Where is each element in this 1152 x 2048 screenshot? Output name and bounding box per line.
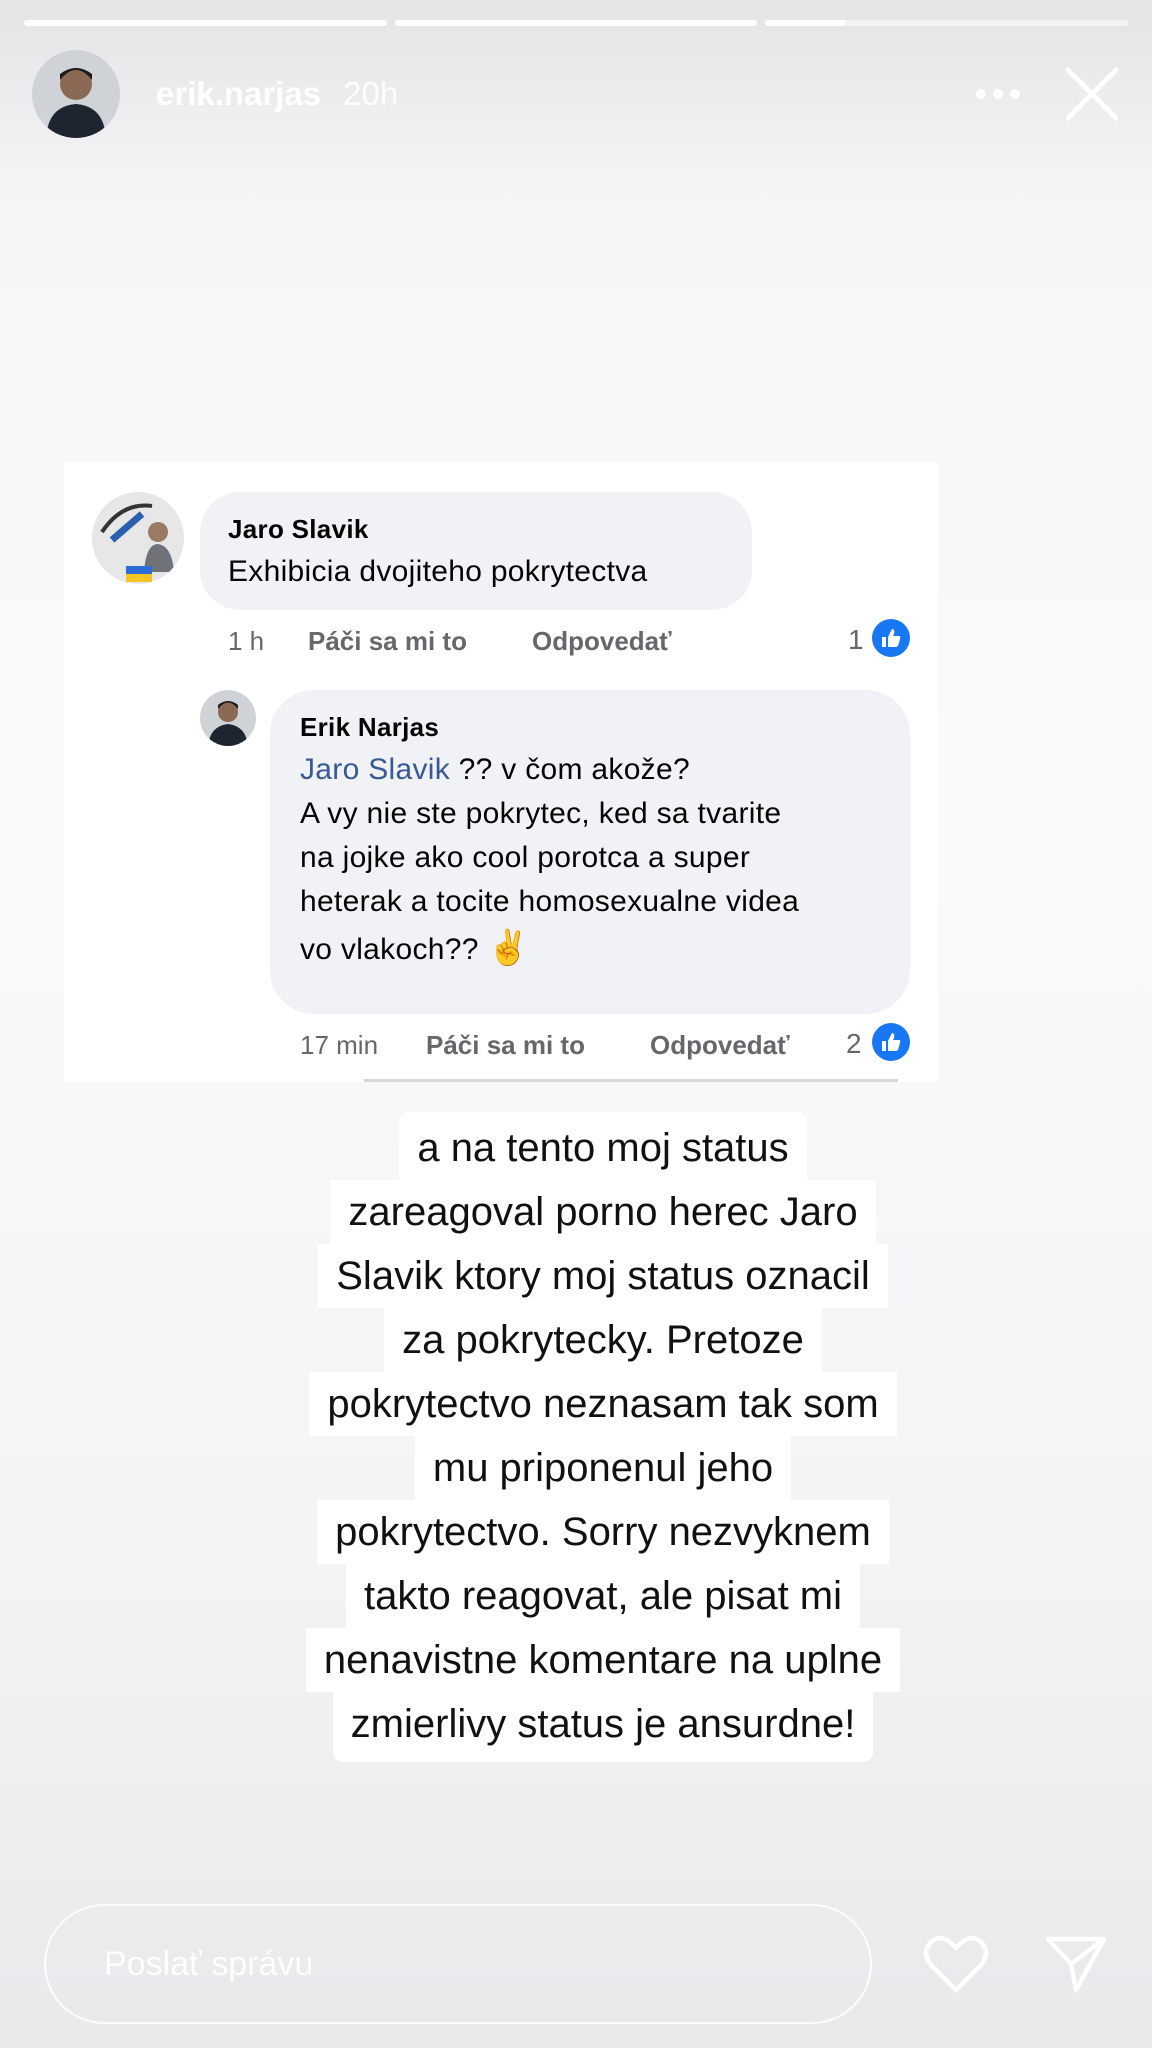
comment-text-line: heterak a tocite homosexualne videa: [300, 885, 800, 918]
progress-fill: [24, 20, 387, 26]
comment-author[interactable]: Erik Narjas: [300, 712, 439, 743]
story-text-line: zareagoval porno herec Jaro: [330, 1180, 876, 1244]
like-count: 1: [848, 624, 864, 655]
comment-time[interactable]: 1 h: [228, 626, 264, 657]
story-text-line: takto reagovat, ale pisat mi: [345, 1564, 861, 1628]
commenter-avatar: [92, 492, 184, 584]
story-text-line: nenavistne komentare na uplne: [305, 1628, 901, 1692]
story-text-line: pokrytectvo neznasam tak som: [309, 1372, 897, 1436]
close-icon: [1065, 67, 1119, 121]
comment-text: Exhibicia dvojiteho pokrytectva: [228, 555, 648, 588]
story-text-line: mu priponenul jeho: [414, 1436, 792, 1500]
post-time: 20h: [343, 75, 399, 112]
comment-author[interactable]: Jaro Slavik: [228, 514, 369, 545]
like-count: 2: [846, 1028, 862, 1059]
commenter-avatar: [200, 690, 256, 746]
message-placeholder: Poslať správu: [104, 1944, 314, 1983]
close-button[interactable]: [1056, 58, 1128, 130]
mention-link[interactable]: Jaro Slavik: [300, 753, 450, 786]
like-story-button[interactable]: [918, 1928, 994, 2000]
comment-text-line: vo vlakoch?? ✌️: [300, 929, 530, 967]
progress-segment: [24, 20, 387, 26]
progress-segment: [765, 20, 1129, 26]
send-message-input[interactable]: Poslať správu: [44, 1904, 872, 2024]
story-text-line: pokrytectvo. Sorry nezvyknem: [317, 1500, 889, 1564]
like-thumb-icon: [872, 619, 910, 657]
reply-link[interactable]: Odpovedať: [650, 1030, 790, 1061]
like-thumb-icon: [872, 1023, 910, 1061]
comment-time[interactable]: 17 min: [300, 1030, 378, 1061]
progress-segment: [394, 20, 758, 26]
username[interactable]: erik.narjas: [156, 75, 321, 113]
story-text-line: zmierlivy status je ansurdne!: [332, 1692, 874, 1762]
more-options-button[interactable]: [968, 64, 1028, 124]
comment-text-line: A vy nie ste pokrytec, ked sa tvarite: [300, 797, 782, 830]
send-icon: [1045, 1936, 1107, 1993]
like-link[interactable]: Páči sa mi to: [426, 1030, 585, 1061]
more-icon: [976, 89, 1020, 99]
story-text-line: a na tento moj status: [399, 1112, 807, 1180]
story-text-overlay: a na tento moj status zareagoval porno h…: [305, 1112, 901, 1762]
story-text-line: Slavik ktory moj status oznacil: [318, 1244, 888, 1308]
progress-fill: [394, 20, 758, 26]
comment-text-line: Jaro Slavik ?? v čom akože?: [300, 753, 690, 786]
story-header: erik.narjas 20h: [32, 48, 1128, 140]
story-text-line: za pokrytecky. Pretoze: [384, 1308, 822, 1372]
divider: [364, 1079, 898, 1082]
reply-link[interactable]: Odpovedať: [532, 626, 672, 657]
heart-icon: [923, 1935, 989, 1993]
comment-text-line: na jojke ako cool porotca a super: [300, 841, 751, 874]
progress-fill: [765, 20, 846, 26]
like-link[interactable]: Páči sa mi to: [308, 626, 467, 657]
victory-hand-emoji: ✌️: [487, 929, 530, 967]
avatar[interactable]: [32, 50, 120, 138]
story-progress-bars: [24, 20, 1129, 26]
share-button[interactable]: [1038, 1928, 1114, 2000]
facebook-comments-screenshot: Jaro Slavik Exhibicia dvojiteho pokrytec…: [64, 462, 938, 1082]
